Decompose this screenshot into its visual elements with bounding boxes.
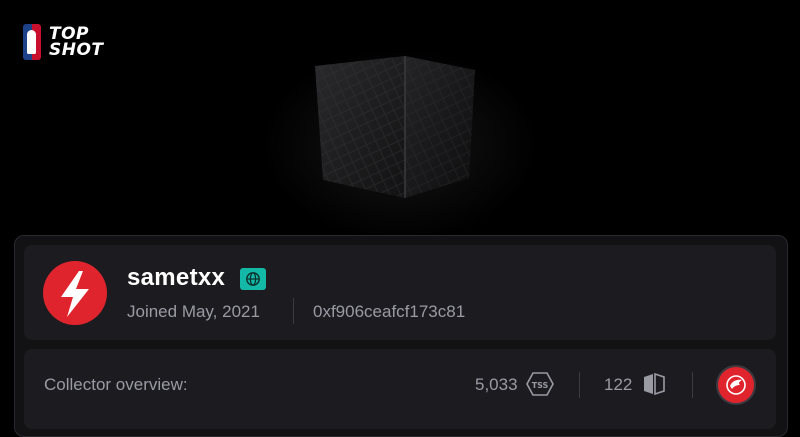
joined-date: Joined May, 2021 [127, 302, 260, 321]
globe-icon [246, 272, 260, 286]
divider [293, 298, 294, 324]
wallet-address[interactable]: 0xf906ceafcf173c81 [313, 302, 465, 322]
svg-text:TSS: TSS [532, 381, 549, 390]
divider [692, 372, 693, 398]
profile-card [24, 245, 776, 340]
top-shot-logo[interactable]: TOP SHOT [23, 24, 104, 60]
collector-overview-label: Collector overview: [44, 375, 188, 394]
hawks-logo-icon [726, 375, 746, 395]
collector-score: 5,033 [475, 375, 518, 394]
nba-logo-icon [23, 24, 41, 60]
collection-icon [644, 373, 665, 395]
avatar[interactable] [43, 261, 107, 325]
logo-text: TOP SHOT [49, 26, 104, 60]
username: sametxx [127, 264, 226, 291]
moment-count: 122 [604, 375, 633, 394]
lightning-bolt-icon [61, 271, 89, 317]
tss-icon: TSS [526, 372, 554, 396]
divider [579, 372, 580, 398]
pack-cube-image [315, 56, 475, 198]
logo-text-line2: SHOT [49, 40, 104, 60]
verified-badge[interactable] [240, 268, 266, 290]
favorite-team-badge[interactable] [716, 365, 756, 405]
